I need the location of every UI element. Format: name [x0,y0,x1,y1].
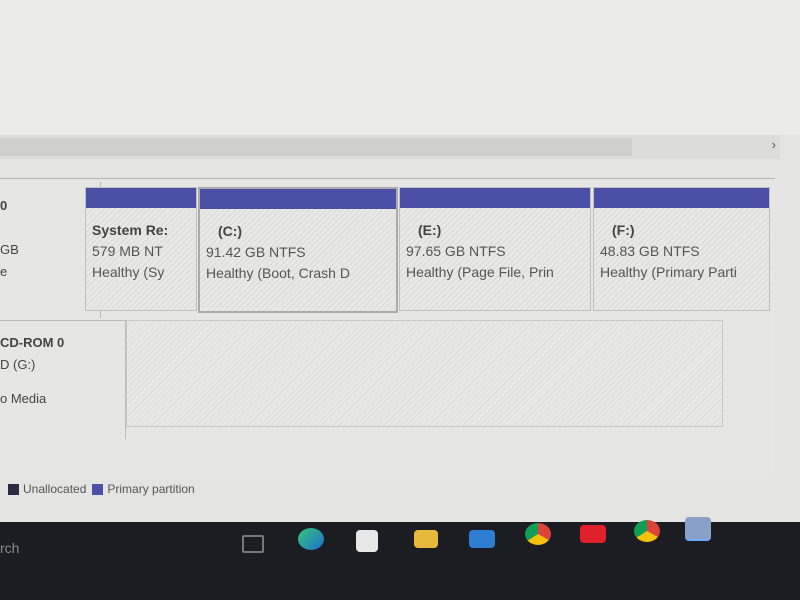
cdrom-drive: D (G:) [0,357,36,372]
partition-f[interactable]: (F:) 48.83 GB NTFS Healthy (Primary Parti [593,187,770,311]
legend-unallocated: Unallocated [8,482,86,496]
partition-name: (F:) [612,222,635,238]
upper-pane [0,0,800,135]
partition-status: Healthy (Primary Parti [600,264,737,280]
partition-system-reserved[interactable]: System Re: 579 MB NT Healthy (Sy [85,187,197,311]
store-icon[interactable] [356,530,378,552]
scrollbar-thumb[interactable] [0,138,632,156]
partition-c[interactable]: (C:) 91.42 GB NTFS Healthy (Boot, Crash D [198,187,398,313]
partition-status: Healthy (Page File, Prin [406,264,554,280]
cdrom-area[interactable] [126,320,723,427]
partition-name: (E:) [418,222,442,238]
cdrom-label: CD-ROM 0 [0,335,65,350]
disk-label: 0 [0,198,8,213]
file-explorer-icon[interactable] [414,530,438,548]
cdrom-status: o Media [0,391,47,406]
chrome-icon[interactable] [525,523,551,545]
primary-swatch-icon [92,484,104,496]
partition-name: (C:) [218,223,243,239]
scroll-right-icon[interactable]: › [772,137,776,152]
taskbar [0,522,800,600]
partition-size: 97.65 GB NTFS [406,243,506,259]
partition-bar [200,189,396,209]
disk-size: GB [0,242,19,257]
chrome-profile-icon[interactable] [634,520,660,542]
partition-bar [86,188,196,208]
unallocated-swatch-icon [8,484,19,496]
horizontal-scrollbar[interactable]: › [0,135,780,159]
disk-extra: e [0,264,8,279]
youtube-icon[interactable] [580,525,606,543]
legend-label: Primary partition [107,482,195,496]
mail-icon[interactable] [469,530,495,548]
partition-size: 48.83 GB NTFS [600,243,700,259]
partition-status: Healthy (Sy [92,264,165,280]
partition-size: 91.42 GB NTFS [206,244,306,260]
legend: Unallocated Primary partition [8,482,195,496]
partition-size: 579 MB NT [92,243,163,259]
partition-bar [400,188,590,208]
cdrom-info[interactable]: CD-ROM 0 D (G:) o Media [0,320,126,439]
edge-icon[interactable] [298,528,324,550]
taskbar-search[interactable]: rch [0,540,19,556]
partition-name: System Re: [92,222,169,238]
partition-e[interactable]: (E:) 97.65 GB NTFS Healthy (Page File, Pri… [399,187,591,311]
legend-primary: Primary partition [92,482,195,496]
task-view-icon[interactable] [242,535,264,553]
partition-status: Healthy (Boot, Crash D [206,265,350,281]
disk-management-icon[interactable] [685,517,711,541]
partition-bar [594,188,769,208]
legend-label: Unallocated [23,482,87,496]
